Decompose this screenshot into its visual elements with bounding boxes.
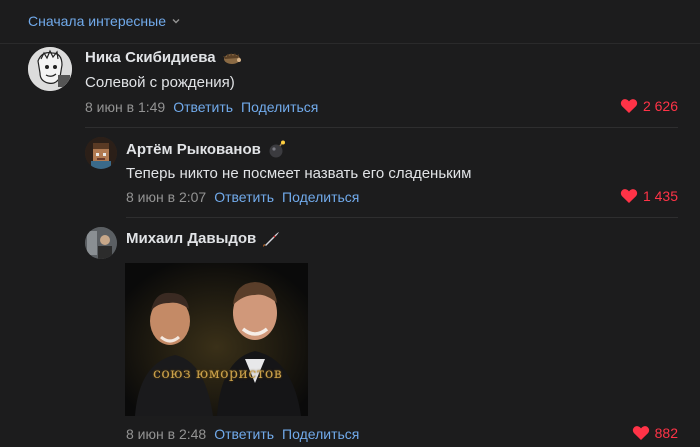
author-name[interactable]: Артём Рыкованов (126, 141, 261, 158)
like-button[interactable]: 2 626 (620, 98, 678, 114)
comment-text: Теперь никто не посмеет назвать его слад… (126, 165, 472, 182)
avatar[interactable] (28, 47, 72, 91)
avatar-drawing-icon (28, 47, 72, 91)
share-button[interactable]: Поделиться (241, 99, 318, 115)
attached-photo[interactable]: союз юмористов (125, 263, 308, 416)
author-name[interactable]: Михаил Давыдов (126, 230, 256, 247)
like-count: 882 (654, 425, 678, 441)
like-count: 1 435 (642, 188, 678, 204)
bomb-emoji-icon (269, 140, 285, 158)
share-button[interactable]: Поделиться (282, 189, 359, 205)
like-button[interactable]: 882 (632, 425, 678, 441)
comment-text: Солевой с рождения) (85, 74, 235, 91)
sort-label: Сначала интересные (28, 13, 166, 29)
like-count: 2 626 (642, 98, 678, 114)
divider (0, 43, 700, 44)
rocket-emoji-icon (263, 231, 280, 247)
photo-image (125, 263, 308, 416)
reply-button[interactable]: Ответить (173, 99, 233, 115)
comment-separator (126, 217, 678, 218)
avatar-pixel-icon (85, 137, 117, 169)
comment-date[interactable]: 8 июн в 1:49 (85, 99, 165, 115)
share-button[interactable]: Поделиться (282, 426, 359, 442)
avatar[interactable] (85, 137, 117, 169)
photo-caption: союз юмористов (153, 366, 283, 382)
heart-icon (620, 189, 638, 203)
reply-button[interactable]: Ответить (214, 426, 274, 442)
like-button[interactable]: 1 435 (620, 188, 678, 204)
hedgehog-emoji-icon (222, 52, 241, 64)
comment-date[interactable]: 8 июн в 2:48 (126, 426, 206, 442)
chevron-down-icon (172, 19, 180, 24)
heart-icon (632, 426, 649, 440)
avatar[interactable] (85, 227, 117, 259)
avatar-photo-icon (85, 227, 117, 259)
author-name[interactable]: Ника Скибидиева (85, 49, 216, 66)
sort-selector[interactable]: Сначала интересные (28, 13, 181, 29)
comment-date[interactable]: 8 июн в 2:07 (126, 189, 206, 205)
heart-icon (620, 99, 638, 113)
comment-separator (85, 127, 678, 128)
reply-button[interactable]: Ответить (214, 189, 274, 205)
